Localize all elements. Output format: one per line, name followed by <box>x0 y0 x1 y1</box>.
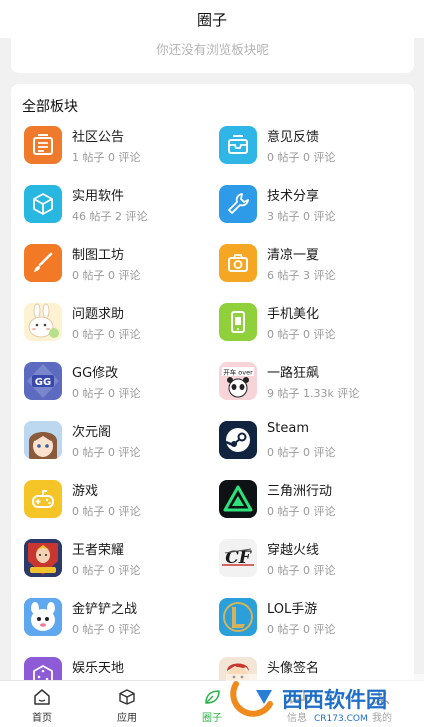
board-racing[interactable]: 开车 over 一路狂飙 9 帖子 1.33k 评论 <box>219 362 409 406</box>
board-steam[interactable]: Steam 0 帖子 0 评论 <box>219 421 409 465</box>
gg-icon: GG <box>24 362 62 400</box>
panda-icon: 开车 over <box>219 362 257 400</box>
board-name: 实用软件 <box>72 189 125 204</box>
mailbox-icon <box>219 126 257 164</box>
board-stats: 0 帖子 0 评论 <box>267 446 336 459</box>
tab-label: 应用 <box>117 713 137 724</box>
lol-icon <box>219 598 257 636</box>
top-header: 圈子 <box>0 0 424 38</box>
all-boards-card: 全部板块 社区公告 1 帖子 0 评论 意见反馈 0 帖子 0 评论 实用软件 … <box>11 84 414 704</box>
brush-icon <box>24 244 62 282</box>
board-help[interactable]: 问题求助 0 帖子 0 评论 <box>24 303 214 347</box>
board-stats: 0 帖子 0 评论 <box>72 623 141 636</box>
crossfire-icon: CF <box>219 539 257 577</box>
board-tech[interactable]: 技术分享 3 帖子 0 评论 <box>219 185 409 229</box>
board-stats: 9 帖子 1.33k 评论 <box>267 387 360 400</box>
board-name: 娱乐天地 <box>72 661 125 676</box>
camera-icon <box>219 244 257 282</box>
board-software[interactable]: 实用软件 46 帖子 2 评论 <box>24 185 214 229</box>
board-tft[interactable]: 金铲铲之战 0 帖子 0 评论 <box>24 598 214 642</box>
board-stats: 46 帖子 2 评论 <box>72 210 148 223</box>
board-stats: 0 帖子 0 评论 <box>72 564 141 577</box>
board-stats: 3 帖子 0 评论 <box>267 210 336 223</box>
board-feedback[interactable]: 意见反馈 0 帖子 0 评论 <box>219 126 409 170</box>
board-summer[interactable]: 清凉一夏 6 帖子 3 评论 <box>219 244 409 288</box>
home-icon <box>32 687 52 707</box>
gamepad-icon <box>24 480 62 518</box>
board-honor-of-kings[interactable]: 王者荣耀 0 帖子 0 评论 <box>24 539 214 583</box>
watermark-text: 西西软件园 <box>282 688 387 712</box>
board-delta-force[interactable]: 三角洲行动 0 帖子 0 评论 <box>219 480 409 524</box>
board-lol-mobile[interactable]: LOL手游 0 帖子 0 评论 <box>219 598 409 642</box>
board-name: GG修改 <box>72 366 119 381</box>
board-name: 一路狂飙 <box>267 366 320 381</box>
board-name: 手机美化 <box>267 307 320 322</box>
board-crossfire[interactable]: CF 穿越火线 0 帖子 0 评论 <box>219 539 409 583</box>
phone-icon <box>219 303 257 341</box>
steam-icon <box>219 421 257 459</box>
svg-text:开车 over: 开车 over <box>223 368 253 377</box>
tab-label: 首页 <box>32 713 52 724</box>
board-name: LOL手游 <box>267 602 318 617</box>
board-name: Steam <box>267 421 309 436</box>
board-name: 制图工坊 <box>72 248 125 263</box>
board-stats: 0 帖子 0 评论 <box>72 328 141 341</box>
board-name: 技术分享 <box>267 189 320 204</box>
wrench-icon <box>219 185 257 223</box>
board-name: 金铲铲之战 <box>72 602 138 617</box>
tab-label: 圈子 <box>202 713 222 724</box>
cube-icon <box>24 185 62 223</box>
board-name: 问题求助 <box>72 307 125 322</box>
board-drawing[interactable]: 制图工坊 0 帖子 0 评论 <box>24 244 214 288</box>
recent-empty-text: 你还没有浏览板块呢 <box>156 42 269 57</box>
board-name: 穿越火线 <box>267 543 320 558</box>
board-games[interactable]: 游戏 0 帖子 0 评论 <box>24 480 214 524</box>
board-gg[interactable]: GG GG修改 0 帖子 0 评论 <box>24 362 214 406</box>
box-icon <box>117 687 137 707</box>
board-name: 王者荣耀 <box>72 543 125 558</box>
honor-icon <box>24 539 62 577</box>
board-anime[interactable]: 次元阁 0 帖子 0 评论 <box>24 421 214 465</box>
board-name: 游戏 <box>72 484 99 499</box>
board-stats: 0 帖子 0 评论 <box>267 151 336 164</box>
board-name: 清凉一夏 <box>267 248 320 263</box>
delta-icon <box>219 480 257 518</box>
board-stats: 0 帖子 0 评论 <box>267 328 336 341</box>
board-name: 次元阁 <box>72 425 112 440</box>
board-name: 意见反馈 <box>267 130 320 145</box>
announcement-icon <box>24 126 62 164</box>
section-title: 全部板块 <box>22 99 78 115</box>
tab-apps[interactable]: 应用 <box>85 681 169 727</box>
board-phone-theme[interactable]: 手机美化 0 帖子 0 评论 <box>219 303 409 347</box>
bunny-icon <box>24 303 62 341</box>
leaf-icon <box>202 687 222 707</box>
board-name: 社区公告 <box>72 130 125 145</box>
board-stats: 0 帖子 0 评论 <box>72 446 141 459</box>
board-stats: 0 帖子 0 评论 <box>267 623 336 636</box>
board-stats: 0 帖子 0 评论 <box>72 387 141 400</box>
board-stats: 0 帖子 0 评论 <box>72 269 141 282</box>
board-announcement[interactable]: 社区公告 1 帖子 0 评论 <box>24 126 214 170</box>
watermark-subtext: CR173.COM <box>314 714 368 724</box>
svg-text:GG: GG <box>35 377 51 388</box>
anime-icon <box>24 421 62 459</box>
board-name: 三角洲行动 <box>267 484 333 499</box>
watermark-logo: 西西软件园 CR173.COM <box>226 674 424 727</box>
board-stats: 0 帖子 0 评论 <box>72 505 141 518</box>
board-stats: 6 帖子 3 评论 <box>267 269 336 282</box>
recent-boards-card: 你还没有浏览板块呢 <box>11 38 414 73</box>
board-stats: 0 帖子 0 评论 <box>267 564 336 577</box>
shovel-icon <box>24 598 62 636</box>
tab-home[interactable]: 首页 <box>0 681 84 727</box>
board-stats: 1 帖子 0 评论 <box>72 151 141 164</box>
page-title: 圈子 <box>196 10 227 29</box>
board-stats: 0 帖子 0 评论 <box>267 505 336 518</box>
